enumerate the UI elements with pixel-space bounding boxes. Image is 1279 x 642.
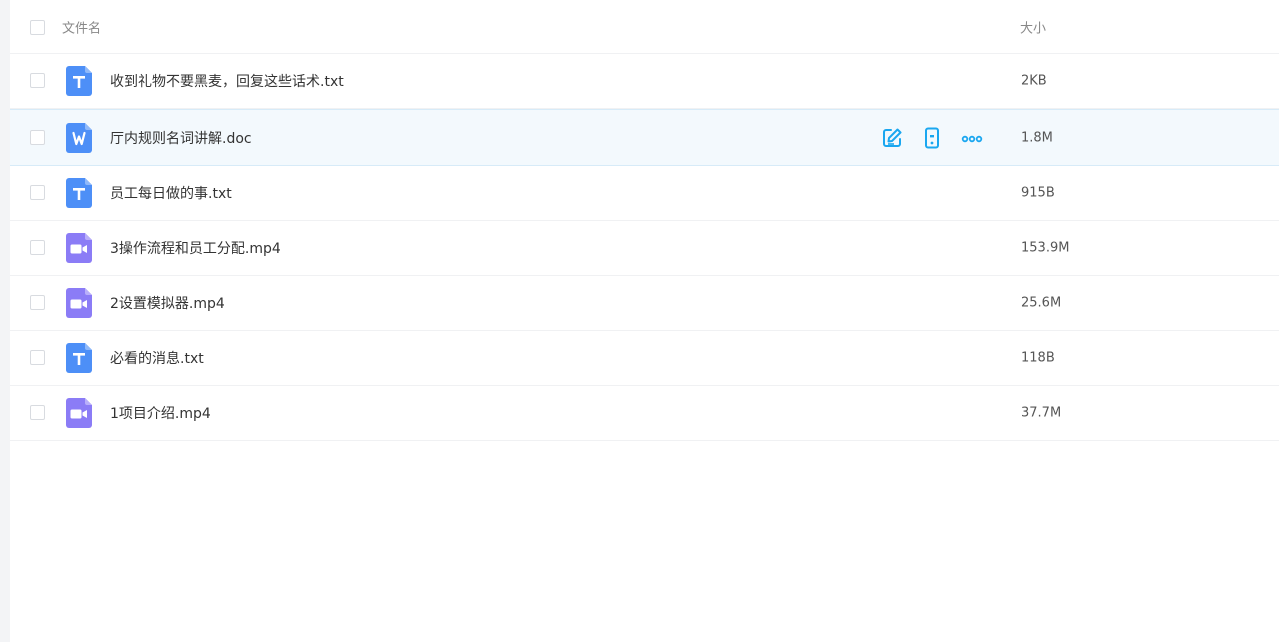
- select-all-checkbox[interactable]: [30, 19, 45, 35]
- file-name[interactable]: 员工每日做的事.txt: [110, 183, 232, 203]
- file-name[interactable]: 2设置模拟器.mp4: [110, 293, 225, 313]
- row-checkbox[interactable]: [30, 129, 45, 145]
- file-name[interactable]: 必看的消息.txt: [110, 348, 204, 368]
- video-file-icon: [66, 233, 92, 263]
- video-file-icon: [66, 288, 92, 318]
- file-name[interactable]: 1项目介绍.mp4: [110, 403, 211, 423]
- row-checkbox[interactable]: [30, 240, 45, 255]
- table-row[interactable]: 1项目介绍.mp4 37.7M: [10, 386, 1279, 441]
- column-header-size[interactable]: 大小: [1020, 17, 1046, 36]
- phone-icon[interactable]: [920, 126, 944, 150]
- table-row[interactable]: 3操作流程和员工分配.mp4 153.9M: [10, 221, 1279, 276]
- edit-icon[interactable]: [880, 126, 904, 150]
- text-file-icon: [66, 178, 92, 208]
- table-row[interactable]: 员工每日做的事.txt 915B: [10, 166, 1279, 221]
- row-checkbox[interactable]: [30, 73, 45, 88]
- table-row[interactable]: 2设置模拟器.mp4 25.6M: [10, 276, 1279, 331]
- file-size: 118B: [1021, 350, 1055, 366]
- file-size: 1.8M: [1021, 130, 1053, 145]
- file-name[interactable]: 厅内规则名词讲解.doc: [110, 128, 252, 148]
- row-checkbox[interactable]: [30, 350, 45, 365]
- file-size: 25.6M: [1021, 295, 1062, 311]
- file-table: 文件名 大小 收到礼物不要黑麦，回复这些话术.txt 2KB 厅内规则名词讲解.…: [10, 0, 1279, 441]
- table-header: 文件名 大小: [10, 0, 1279, 54]
- table-row[interactable]: 收到礼物不要黑麦，回复这些话术.txt 2KB: [10, 54, 1279, 109]
- column-header-name[interactable]: 文件名: [62, 17, 101, 36]
- table-row[interactable]: 必看的消息.txt 118B: [10, 331, 1279, 386]
- file-size: 153.9M: [1021, 240, 1070, 256]
- text-file-icon: [66, 343, 92, 373]
- video-file-icon: [66, 398, 92, 428]
- left-gutter: [0, 0, 10, 642]
- row-checkbox[interactable]: [30, 295, 45, 310]
- row-checkbox[interactable]: [30, 405, 45, 420]
- file-name[interactable]: 收到礼物不要黑麦，回复这些话术.txt: [110, 71, 344, 91]
- word-file-icon: [66, 122, 92, 153]
- text-file-icon: [66, 66, 92, 96]
- table-row[interactable]: 厅内规则名词讲解.doc 1.8M: [10, 109, 1279, 166]
- file-name[interactable]: 3操作流程和员工分配.mp4: [110, 238, 281, 258]
- file-size: 2KB: [1021, 73, 1047, 89]
- file-size: 37.7M: [1021, 405, 1062, 421]
- row-checkbox[interactable]: [30, 185, 45, 200]
- file-size: 915B: [1021, 185, 1055, 201]
- more-icon[interactable]: [960, 126, 984, 150]
